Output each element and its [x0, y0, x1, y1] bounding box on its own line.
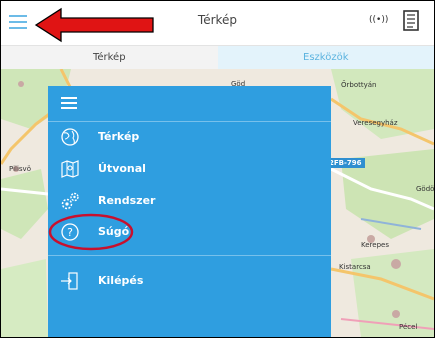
logout-icon [61, 272, 78, 290]
menu-item-label: Térkép [98, 130, 140, 143]
app-window: Térkép ((•)) Térkép Eszközök Göd Őrbotty… [0, 0, 435, 338]
drawer-header [48, 86, 331, 122]
menu-item-label: Útvonal [98, 162, 146, 175]
map-label-orbottyan: Őrbottyán [341, 81, 377, 89]
menu-item-sugo[interactable]: ? Súgó [48, 217, 331, 247]
menu-item-label: Kilépés [98, 274, 144, 287]
radio-signal-icon[interactable]: ((•)) [369, 15, 388, 25]
tab-terkep[interactable]: Térkép [1, 46, 218, 69]
map-label-kerepes: Kerepes [361, 241, 389, 249]
menu-divider [48, 255, 331, 256]
globe-icon [61, 128, 79, 146]
navigation-drawer: Térkép Útvonal Rendszer ? Súgó Kilépés [48, 86, 331, 337]
menu-item-terkep[interactable]: Térkép [48, 122, 331, 152]
map-label-kistarcsa: Kistarcsa [339, 263, 371, 271]
gears-icon [61, 192, 79, 210]
route-map-icon [61, 160, 79, 178]
menu-item-kilepes[interactable]: Kilépés [48, 266, 331, 296]
menu-item-utvonal[interactable]: Útvonal [48, 154, 331, 184]
tab-eszkozok[interactable]: Eszközök [217, 46, 434, 69]
map-label-godollo: Gödöll [416, 185, 435, 193]
map-label-veresegyhaz: Veresegyház [353, 119, 398, 127]
tab-bar: Térkép Eszközök [1, 46, 434, 69]
map-label-pilisvo: Pilisvö [9, 165, 31, 173]
drawer-menu-icon[interactable] [61, 95, 79, 111]
menu-item-label: Rendszer [98, 194, 156, 207]
menu-item-label: Súgó [98, 225, 130, 238]
menu-item-rendszer[interactable]: Rendszer [48, 186, 331, 216]
document-icon[interactable] [401, 9, 421, 33]
top-bar: Térkép ((•)) [1, 1, 434, 46]
road-label: 2FB-796 [326, 158, 365, 168]
help-icon: ? [61, 223, 79, 241]
svg-text:?: ? [67, 226, 73, 239]
map-label-pecel: Pécel [399, 323, 418, 331]
